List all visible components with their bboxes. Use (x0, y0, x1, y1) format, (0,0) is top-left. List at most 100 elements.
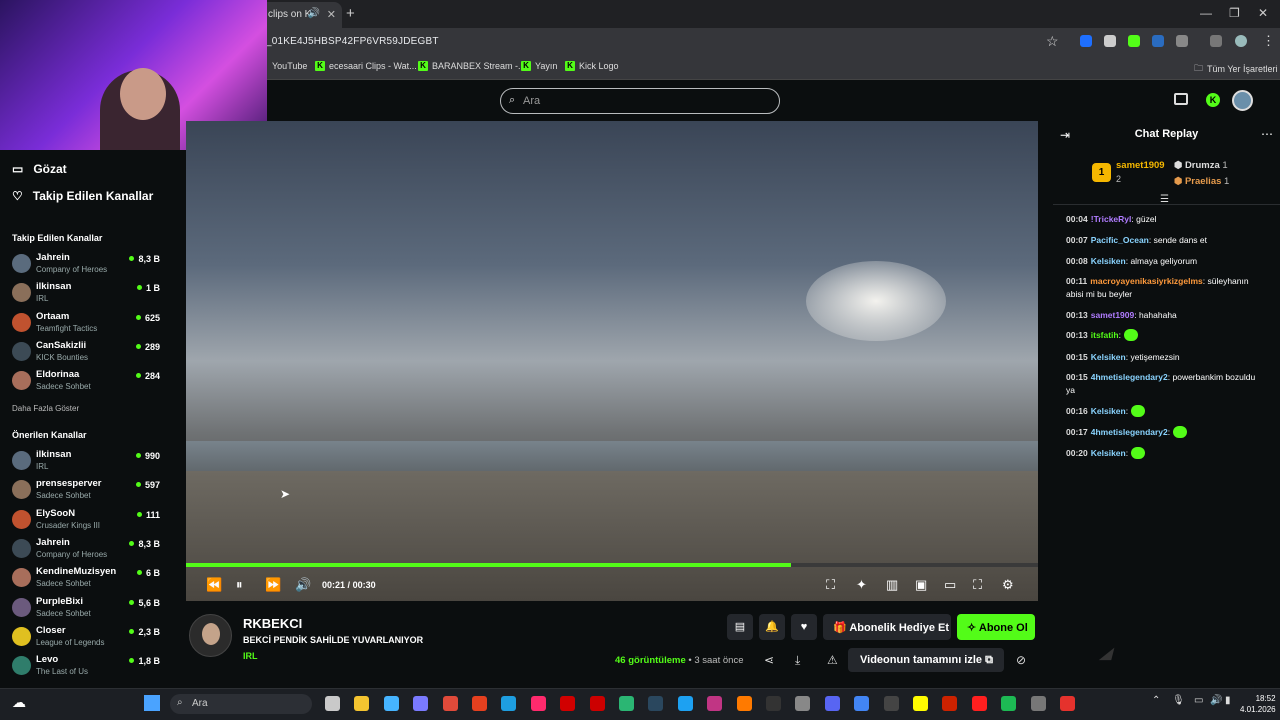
taskbar-app-icon[interactable] (942, 696, 958, 711)
nav-following[interactable]: ♡ Takip Edilen Kanallar (12, 189, 153, 203)
progress-bar[interactable] (186, 563, 1038, 567)
message-user[interactable]: Kelsiken (1091, 352, 1126, 362)
kick-coin-icon[interactable]: K (1206, 93, 1220, 107)
message-user[interactable]: 4hmetislegendary2 (1091, 427, 1168, 437)
browser-tab[interactable]: clips on K 🔊 ✕ (258, 2, 342, 28)
second-leader[interactable]: ⬢ Drumza 1 (1174, 160, 1228, 171)
new-tab-button[interactable]: + (346, 5, 355, 22)
reading-list-icon[interactable] (1210, 35, 1222, 47)
channel-avatar[interactable] (189, 614, 232, 657)
taskbar-app-icon[interactable] (560, 696, 576, 711)
taskbar-app-icon[interactable] (854, 696, 870, 711)
report-icon[interactable]: ⚠ (827, 653, 838, 667)
close-window-button[interactable]: ✕ (1258, 6, 1268, 20)
volume-icon[interactable]: 🔊 (295, 577, 311, 593)
message-user[interactable]: 4hmetislegendary2 (1091, 372, 1168, 382)
channel-name[interactable]: RKBEKCI (243, 616, 302, 631)
bookmark-star-icon[interactable]: ☆ (1046, 33, 1059, 50)
message-user[interactable]: itsfatih (1091, 330, 1119, 340)
bookmark-baranbex[interactable]: K BARANBEX Stream -... (418, 61, 526, 71)
rewind-icon[interactable]: ⏪ (206, 577, 222, 593)
clips-icon[interactable] (1174, 93, 1188, 105)
extension-icon[interactable] (1152, 35, 1164, 47)
stats-icon[interactable]: ▥ (886, 577, 898, 593)
message-user[interactable]: !TrickeRyl (1091, 214, 1132, 224)
weather-icon[interactable]: ☁ (12, 694, 26, 711)
extension-icon[interactable] (1080, 35, 1092, 47)
share-icon[interactable]: ⋖ (764, 653, 774, 667)
clock[interactable]: 18:52 4.01.2026 (1240, 693, 1276, 715)
taskbar-app-icon[interactable] (442, 696, 458, 711)
bookmark-kick-logo[interactable]: K Kick Logo (565, 61, 619, 71)
subscribe-button[interactable]: ✧ Abone Ol (957, 614, 1035, 640)
settings-icon[interactable]: ⚙ (1002, 577, 1014, 593)
leader-name[interactable]: samet1909 (1116, 160, 1165, 171)
taskbar-app-icon[interactable] (913, 696, 928, 711)
nav-browse[interactable]: ▭ Gözat (12, 162, 67, 176)
taskbar-app-icon[interactable] (736, 696, 752, 711)
taskbar-app-icon[interactable] (354, 696, 370, 711)
bookmark-youtube[interactable]: YouTube (272, 61, 307, 71)
url-field[interactable]: _01KE4J5HBSP42FP6VR59JDEGBT (266, 36, 439, 47)
channel-item[interactable]: ilkinsan IRL 990 (12, 448, 160, 476)
volume-tray-icon[interactable]: 🔊 (1210, 695, 1222, 706)
taskbar-app-icon[interactable] (383, 696, 399, 711)
taskbar-app-icon[interactable] (766, 696, 781, 711)
bookmark-ecesaari[interactable]: Kecesaari Clips - Wat... (315, 61, 417, 71)
message-user[interactable]: macroyayenikasiyrkizgelms (1090, 276, 1202, 286)
speaker-icon[interactable]: 🔊 (308, 8, 320, 19)
profile-icon[interactable] (1235, 35, 1247, 47)
follow-button[interactable]: ♥ (791, 614, 817, 640)
download-icon[interactable]: ⤓ (795, 653, 800, 668)
channel-item[interactable]: KendineMuzisyen Sadece Sohbet 6 B (12, 565, 160, 593)
channel-item[interactable]: Jahrein Company of Heroes 8,3 B (12, 251, 160, 279)
message-user[interactable]: samet1909 (1091, 310, 1134, 320)
channel-item[interactable]: Jahrein Company of Heroes 8,3 B (12, 536, 160, 564)
channel-item[interactable]: prensesperver Sadece Sohbet 597 (12, 477, 160, 505)
channel-item[interactable]: Levo The Last of Us 1,8 B (12, 653, 160, 681)
taskbar-app-icon[interactable] (589, 696, 605, 711)
miniplayer-icon[interactable]: ▣ (915, 577, 927, 593)
channel-item[interactable]: ElySooN Crusader Kings III 111 (12, 507, 160, 535)
taskbar-app-icon[interactable] (824, 696, 840, 711)
puzzle-icon[interactable] (1176, 35, 1188, 47)
fullscreen-icon[interactable]: ⛶ (973, 577, 982, 593)
clip-category[interactable]: IRL (243, 651, 258, 661)
watch-full-video-button[interactable]: Videonun tamamını izle ⧉ (848, 648, 1004, 672)
taskbar-app-icon[interactable] (325, 696, 340, 711)
taskbar-app-icon[interactable] (619, 696, 634, 711)
taskbar-app-icon[interactable] (1001, 696, 1017, 711)
taskbar-app-icon[interactable] (472, 696, 487, 711)
chat-menu-icon[interactable]: ⋯ (1261, 127, 1273, 141)
clips-button[interactable]: ▤ (727, 614, 753, 640)
taskbar-app-icon[interactable] (1060, 696, 1075, 711)
tray-chevron-icon[interactable]: ⌃ (1152, 695, 1160, 706)
channel-item[interactable]: ilkinsan IRL 1 B (12, 280, 160, 308)
channel-item[interactable]: Eldorinaa Sadece Sohbet 284 (12, 368, 160, 396)
user-avatar[interactable] (1232, 90, 1253, 111)
taskbar-app-icon[interactable] (501, 696, 517, 711)
taskbar-app-icon[interactable] (530, 696, 546, 711)
bookmark-yayin[interactable]: K Yayın (521, 61, 557, 71)
theater-icon[interactable]: ▭ (944, 577, 956, 593)
extension-icon[interactable] (1128, 35, 1140, 47)
channel-item[interactable]: Closer League of Legends 2,3 B (12, 624, 160, 652)
taskbar-app-icon[interactable] (677, 696, 693, 711)
channel-item[interactable]: CanSakizlii KICK Bounties 289 (12, 339, 160, 367)
channel-item[interactable]: PurpleBixi Sadece Sohbet 5,6 B (12, 595, 160, 623)
minimize-button[interactable]: — (1200, 6, 1212, 20)
taskbar-app-icon[interactable] (707, 696, 723, 711)
all-bookmarks[interactable]: 🗀 Tüm Yer İşaretleri (1194, 61, 1278, 77)
third-leader[interactable]: ⬢ Praelias 1 (1174, 176, 1229, 187)
notification-button[interactable]: 🔔 (759, 614, 785, 640)
battery-icon[interactable]: ▮ (1225, 695, 1231, 706)
shield-icon[interactable] (1104, 35, 1116, 47)
forward-icon[interactable]: ⏩ (265, 577, 281, 593)
sparkle-icon[interactable]: ✦ (856, 577, 867, 593)
taskbar-app-icon[interactable] (648, 696, 664, 711)
network-icon[interactable]: ▭ (1194, 695, 1203, 706)
gift-sub-button[interactable]: 🎁 Abonelik Hediye Et (823, 614, 951, 640)
video-player[interactable] (186, 121, 1038, 601)
start-button[interactable] (144, 695, 160, 711)
channel-item[interactable]: Ortaam Teamfight Tactics 625 (12, 310, 160, 338)
